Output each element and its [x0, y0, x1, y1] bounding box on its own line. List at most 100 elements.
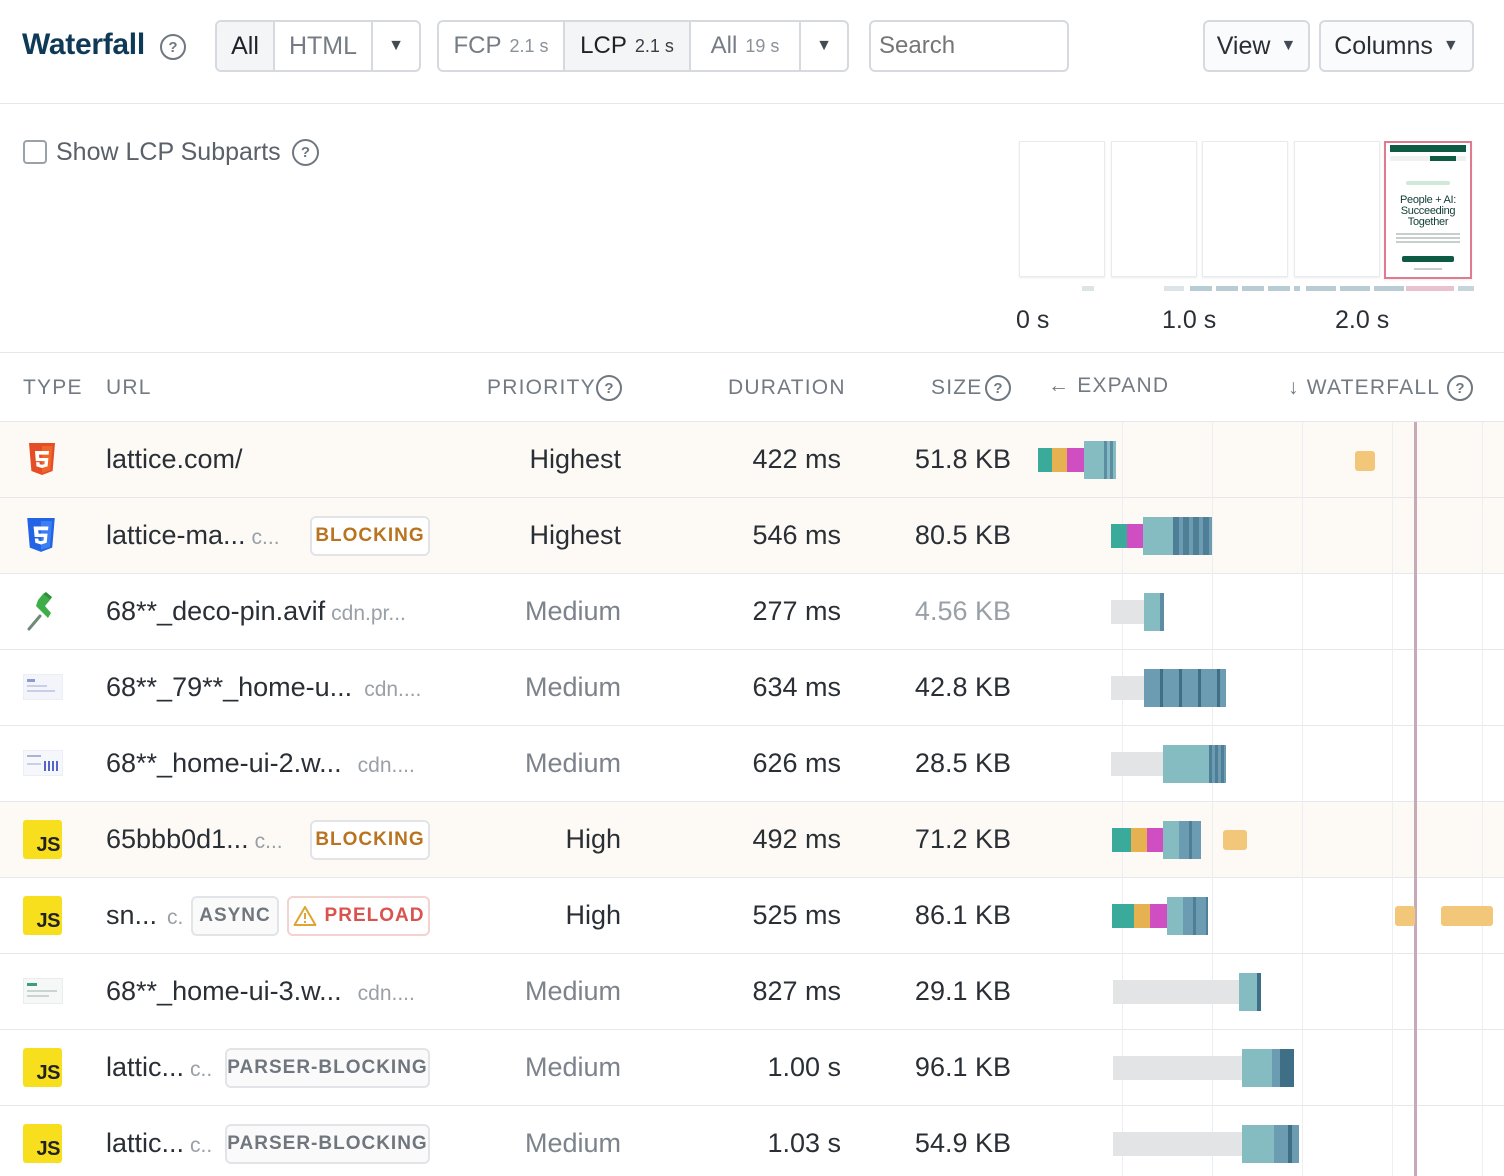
- main-thread-task[interactable]: [1223, 830, 1247, 850]
- request-domain: c...: [251, 526, 280, 549]
- table-row[interactable]: 68**_home-ui-2.w... cdn.... Medium 626 ms…: [0, 726, 1504, 802]
- waterfall-bar-dns[interactable]: [1112, 904, 1134, 928]
- column-header-priority[interactable]: PRIORITY: [487, 376, 596, 400]
- milestone-lcp-button[interactable]: LCP 2.1 s: [565, 22, 691, 70]
- waterfall-bar-ttfb[interactable]: [1242, 1049, 1272, 1087]
- table-row[interactable]: 68**_home-ui-3.w... cdn.... Medium 827 ms…: [0, 954, 1504, 1030]
- waterfall-bar-queue[interactable]: [1113, 1056, 1242, 1080]
- waterfall-bar-ttfb[interactable]: [1239, 973, 1257, 1011]
- milestone-fcp-button[interactable]: FCP 2.1 s: [439, 22, 565, 70]
- show-lcp-subparts-label[interactable]: Show LCP Subparts: [56, 138, 281, 167]
- waterfall-bar-download[interactable]: [1257, 973, 1261, 1011]
- waterfall-bar-download[interactable]: [1183, 897, 1208, 935]
- image-thumbnail-icon: [23, 674, 63, 700]
- request-url[interactable]: 68**_79**_home-u... cdn....: [106, 672, 421, 703]
- waterfall-bar-ttfb[interactable]: [1143, 517, 1173, 555]
- waterfall-bar-download[interactable]: [1173, 517, 1212, 555]
- waterfall-bar-queue[interactable]: [1113, 980, 1239, 1004]
- request-domain: cdn.pr...: [331, 602, 406, 625]
- filmstrip-frame[interactable]: [1294, 141, 1380, 277]
- request-url[interactable]: lattic... c..: [106, 1128, 212, 1159]
- milestone-all-button[interactable]: All 19 s: [691, 22, 801, 70]
- request-domain: c..: [190, 1058, 213, 1081]
- site-cta-button: [1402, 256, 1454, 262]
- waterfall-bar-connect[interactable]: [1131, 828, 1147, 852]
- waterfall-bar-dns[interactable]: [1111, 524, 1127, 548]
- filmstrip-frame[interactable]: [1111, 141, 1197, 277]
- request-url[interactable]: 68**_home-ui-3.w... cdn....: [106, 976, 415, 1007]
- waterfall-bar-ttfb[interactable]: [1167, 897, 1183, 935]
- filter-html-button[interactable]: HTML: [275, 22, 373, 70]
- column-header-url[interactable]: URL: [106, 376, 152, 400]
- waterfall-bar-dns[interactable]: [1038, 448, 1052, 472]
- waterfall-bar-download[interactable]: [1144, 669, 1226, 707]
- column-header-duration[interactable]: DURATION: [728, 376, 846, 400]
- waterfall-bar-ssl[interactable]: [1127, 524, 1143, 548]
- request-url[interactable]: 65bbb0d1... c...: [106, 824, 283, 855]
- waterfall-bar-download[interactable]: [1179, 821, 1201, 859]
- waterfall-bar-download[interactable]: [1272, 1049, 1294, 1087]
- waterfall-bar-download[interactable]: [1274, 1125, 1299, 1163]
- main-thread-task[interactable]: [1441, 906, 1493, 926]
- table-row[interactable]: 68**_deco-pin.avif cdn.pr... Medium 277 m…: [0, 574, 1504, 650]
- request-url[interactable]: lattic... c..: [106, 1052, 212, 1083]
- waterfall-bar-download[interactable]: [1104, 441, 1116, 479]
- request-url[interactable]: sn... c.: [106, 900, 183, 931]
- column-header-type[interactable]: TYPE: [23, 376, 83, 400]
- show-lcp-subparts-checkbox[interactable]: [23, 140, 47, 164]
- image-thumbnail-icon: [23, 750, 63, 776]
- expand-button[interactable]: ← EXPAND: [1048, 374, 1169, 398]
- waterfall-bar-ttfb[interactable]: [1163, 745, 1209, 783]
- request-url[interactable]: lattice-ma... c...: [106, 520, 280, 551]
- request-size: 42.8 KB: [914, 672, 1011, 702]
- waterfall-bar-queue[interactable]: [1111, 676, 1144, 700]
- columns-dropdown[interactable]: Columns ▼: [1319, 20, 1474, 72]
- preload-label: PRELOAD: [324, 905, 425, 926]
- main-thread-task[interactable]: [1395, 906, 1415, 926]
- waterfall-bar-dns[interactable]: [1112, 828, 1131, 852]
- filmstrip-frame[interactable]: [1202, 141, 1288, 277]
- request-url[interactable]: 68**_home-ui-2.w... cdn....: [106, 748, 415, 779]
- table-row[interactable]: JS 65bbb0d1... c... BLOCKING High 492 ms …: [0, 802, 1504, 878]
- column-header-size[interactable]: SIZE: [931, 376, 982, 400]
- request-url[interactable]: 68**_deco-pin.avif cdn.pr...: [106, 596, 406, 627]
- waterfall-bar-queue[interactable]: [1113, 1132, 1242, 1156]
- milestone-dropdown[interactable]: ▼: [801, 22, 847, 70]
- help-icon[interactable]: ?: [160, 34, 186, 60]
- help-icon[interactable]: ?: [1447, 375, 1473, 401]
- waterfall-bar-ssl[interactable]: [1147, 828, 1163, 852]
- waterfall-bar-queue[interactable]: [1111, 600, 1144, 624]
- waterfall-bar-connect[interactable]: [1134, 904, 1150, 928]
- waterfall-bar-ttfb[interactable]: [1242, 1125, 1274, 1163]
- milestone-label: FCP: [453, 32, 502, 59]
- table-row[interactable]: lattice-ma... c... BLOCKING Highest 546 m…: [0, 498, 1504, 574]
- help-icon[interactable]: ?: [292, 139, 319, 166]
- request-duration: 827 ms: [752, 976, 841, 1006]
- filter-all-button[interactable]: All: [217, 22, 275, 70]
- filmstrip-frame-lcp[interactable]: People + AI: Succeeding Together: [1384, 141, 1472, 279]
- filmstrip-frame[interactable]: [1019, 141, 1105, 277]
- table-row[interactable]: 68**_79**_home-u... cdn.... Medium 634 ms…: [0, 650, 1504, 726]
- request-url-text: 68**_home-ui-2.w...: [106, 748, 342, 778]
- help-icon[interactable]: ?: [985, 375, 1011, 401]
- milestone-value: 2.1 s: [634, 35, 674, 56]
- view-dropdown[interactable]: View ▼: [1203, 20, 1310, 72]
- request-url[interactable]: lattice.com/: [106, 444, 243, 475]
- column-header-waterfall[interactable]: ↓ WATERFALL: [1288, 376, 1440, 400]
- waterfall-bar-ssl[interactable]: [1067, 448, 1084, 472]
- waterfall-bar-ssl[interactable]: [1150, 904, 1167, 928]
- main-thread-task[interactable]: [1355, 451, 1375, 471]
- type-filter-dropdown[interactable]: ▼: [373, 22, 419, 70]
- table-row[interactable]: lattice.com/ Highest 422 ms 51.8 KB: [0, 422, 1504, 498]
- waterfall-bar-download[interactable]: [1209, 745, 1226, 783]
- request-duration: 277 ms: [752, 596, 841, 626]
- waterfall-bar-download[interactable]: [1160, 593, 1164, 631]
- request-url-text: lattic...: [106, 1052, 185, 1082]
- waterfall-bar-connect[interactable]: [1052, 448, 1067, 472]
- columns-label: Columns: [1334, 31, 1433, 60]
- help-icon[interactable]: ?: [596, 375, 622, 401]
- search-input[interactable]: [869, 20, 1069, 72]
- table-row[interactable]: JS sn... c. ASYNC PRELOAD High 525 ms 86.…: [0, 878, 1504, 954]
- waterfall-bar-ttfb[interactable]: [1163, 821, 1179, 859]
- waterfall-bar-queue[interactable]: [1111, 752, 1163, 776]
